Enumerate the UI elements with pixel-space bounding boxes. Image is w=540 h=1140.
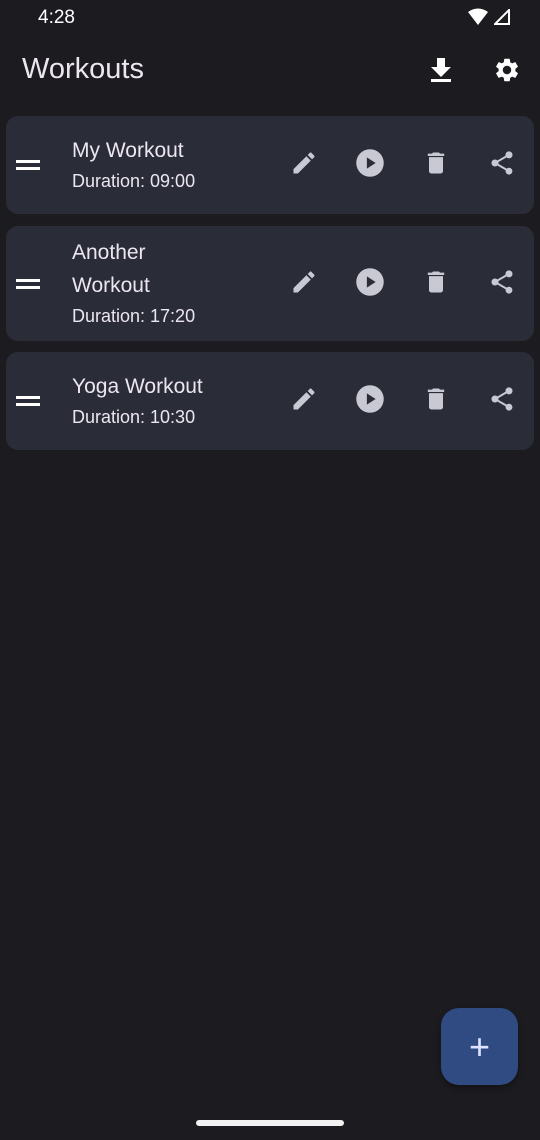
play-button[interactable]	[350, 264, 390, 304]
play-button[interactable]	[350, 145, 390, 185]
delete-button[interactable]	[416, 264, 456, 304]
drag-handle-icon[interactable]	[16, 158, 40, 172]
share-icon	[488, 149, 516, 182]
workout-info: My Workout Duration: 09:00	[72, 134, 272, 195]
status-bar: 4:28	[0, 0, 540, 36]
delete-icon	[422, 385, 450, 418]
settings-button[interactable]	[487, 52, 527, 92]
workout-duration: Duration: 09:00	[72, 171, 196, 191]
drag-handle-icon[interactable]	[16, 277, 40, 291]
share-icon	[488, 268, 516, 301]
workout-title: Yoga Workout	[72, 375, 203, 398]
edit-button[interactable]	[284, 381, 324, 421]
share-button[interactable]	[482, 381, 522, 421]
workout-card[interactable]: Yoga Workout Duration: 10:30	[6, 352, 534, 450]
delete-icon	[422, 268, 450, 301]
play-icon	[355, 267, 385, 302]
status-time: 4:28	[38, 7, 75, 28]
plus-icon: +	[468, 1025, 491, 1067]
workout-info: Another Workout Duration: 17:20	[72, 236, 222, 330]
workout-card[interactable]: Another Workout Duration: 17:20	[6, 226, 534, 341]
drag-handle-icon[interactable]	[16, 394, 40, 408]
add-workout-button[interactable]: +	[441, 1008, 518, 1085]
signal-icon	[492, 7, 510, 30]
share-button[interactable]	[482, 264, 522, 304]
gesture-bar[interactable]	[196, 1120, 344, 1126]
status-icons	[468, 7, 510, 31]
download-icon	[429, 57, 453, 88]
play-icon	[355, 384, 385, 419]
edit-icon	[290, 385, 318, 418]
gear-icon	[493, 56, 521, 89]
edit-button[interactable]	[284, 145, 324, 185]
share-icon	[488, 385, 516, 418]
delete-button[interactable]	[416, 381, 456, 421]
share-button[interactable]	[482, 145, 522, 185]
workout-actions	[284, 264, 522, 304]
workout-title: My Workout	[72, 139, 184, 162]
workout-duration: Duration: 17:20	[72, 306, 196, 326]
screen: 4:28 Workouts My Workout Duration: 09:00…	[0, 0, 540, 1140]
edit-icon	[290, 268, 318, 301]
workout-duration: Duration: 10:30	[72, 407, 196, 427]
workout-actions	[284, 381, 522, 421]
page-title: Workouts	[22, 53, 144, 85]
play-button[interactable]	[350, 381, 390, 421]
edit-icon	[290, 149, 318, 182]
wifi-icon	[468, 8, 488, 31]
workout-info: Yoga Workout Duration: 10:30	[72, 370, 272, 431]
workout-actions	[284, 145, 522, 185]
play-icon	[355, 148, 385, 183]
app-bar: Workouts	[0, 36, 540, 108]
delete-icon	[422, 149, 450, 182]
workout-card[interactable]: My Workout Duration: 09:00	[6, 116, 534, 214]
workout-title: Another Workout	[72, 241, 150, 297]
delete-button[interactable]	[416, 145, 456, 185]
edit-button[interactable]	[284, 264, 324, 304]
download-button[interactable]	[421, 52, 461, 92]
